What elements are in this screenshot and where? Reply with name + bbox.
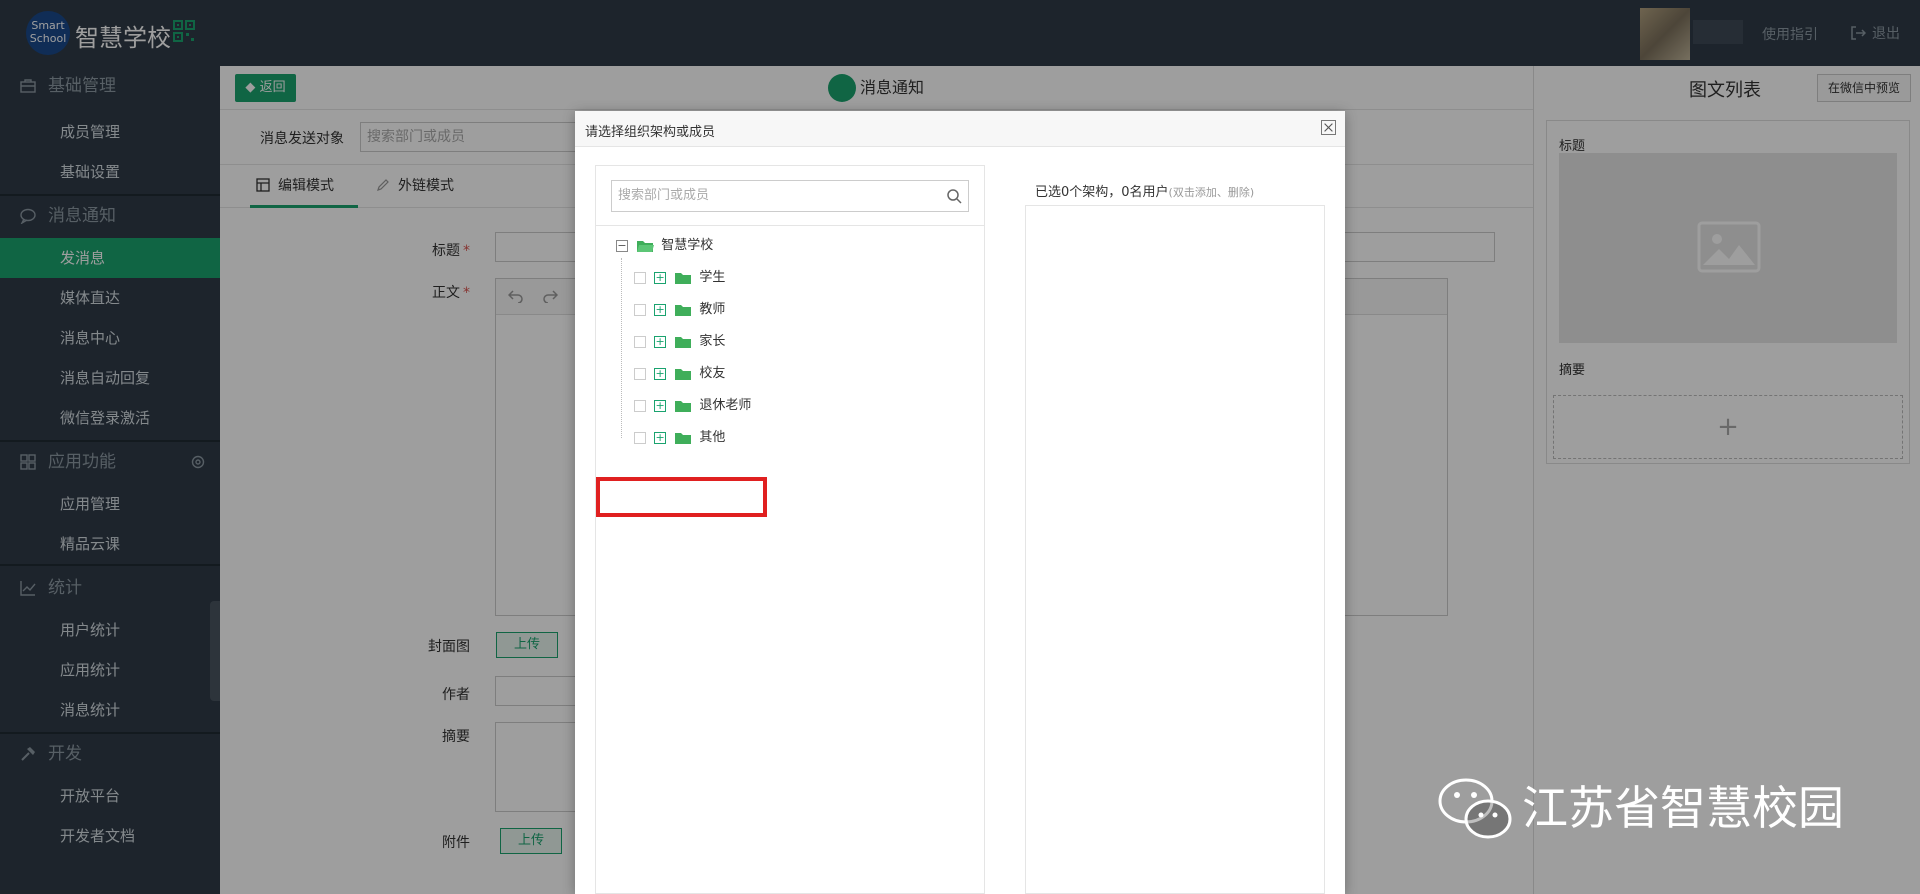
folder-icon bbox=[675, 272, 692, 284]
watermark-text: 江苏省智慧校园 bbox=[1522, 781, 1844, 835]
tree-checkbox[interactable] bbox=[634, 335, 646, 348]
tree-checkbox[interactable] bbox=[634, 431, 646, 444]
modal-search[interactable]: 搜索部门或成员 bbox=[611, 180, 969, 212]
expand-icon[interactable]: + bbox=[654, 271, 667, 284]
tree-node-teachers[interactable]: + 教师 bbox=[634, 300, 725, 320]
tree-node-label: 家长 bbox=[699, 334, 726, 349]
folder-icon bbox=[675, 336, 692, 348]
tree-node-parents[interactable]: + 家长 bbox=[634, 332, 725, 352]
modal-title: 请选择组织架构或成员 bbox=[585, 125, 716, 140]
folder-open-icon bbox=[637, 240, 655, 252]
select-members-modal: 请选择组织架构或成员 搜索部门或成员 − 智慧学校 + 学生 + 教师 + 家长… bbox=[575, 111, 1345, 894]
org-tree-pane: 搜索部门或成员 − 智慧学校 + 学生 + 教师 + 家长 + 校友 + 退休老… bbox=[595, 165, 985, 894]
tree-node-alumni[interactable]: + 校友 bbox=[634, 364, 725, 384]
selected-count-text: 已选0个架构，0名用户 bbox=[1035, 185, 1169, 200]
folder-icon bbox=[675, 304, 692, 316]
search-icon[interactable] bbox=[946, 188, 962, 204]
selected-list[interactable] bbox=[1025, 205, 1325, 894]
tree-checkbox[interactable] bbox=[634, 271, 646, 284]
tree-node-retired-teachers[interactable]: + 退休老师 bbox=[634, 396, 751, 416]
highlight-annotation bbox=[596, 477, 767, 517]
tree-node-label: 其他 bbox=[699, 430, 726, 445]
expand-icon[interactable]: + bbox=[654, 335, 667, 348]
folder-icon bbox=[675, 432, 692, 444]
expand-icon[interactable]: + bbox=[654, 303, 667, 316]
close-icon[interactable] bbox=[1321, 120, 1336, 135]
folder-icon bbox=[675, 368, 692, 380]
selected-pane: 已选0个架构，0名用户(双击添加、删除) bbox=[1025, 165, 1330, 894]
selected-hint: (双击添加、删除) bbox=[1168, 186, 1255, 199]
tree-node-label: 学生 bbox=[699, 270, 726, 285]
tree-node-label: 校友 bbox=[699, 366, 726, 381]
tree-root-label: 智慧学校 bbox=[661, 238, 714, 253]
selected-count: 已选0个架构，0名用户(双击添加、删除) bbox=[1035, 181, 1254, 200]
tree-checkbox[interactable] bbox=[634, 367, 646, 380]
folder-icon bbox=[675, 400, 692, 412]
wechat-icon bbox=[1438, 778, 1512, 839]
tree-divider bbox=[596, 225, 984, 226]
tree-checkbox[interactable] bbox=[634, 303, 646, 316]
collapse-icon[interactable]: − bbox=[616, 239, 628, 252]
watermark: 江苏省智慧校园 bbox=[1436, 773, 1844, 843]
tree-root-node[interactable]: − 智慧学校 bbox=[616, 236, 713, 256]
tree-node-label: 教师 bbox=[699, 302, 726, 317]
expand-icon[interactable]: + bbox=[654, 399, 667, 412]
expand-icon[interactable]: + bbox=[654, 431, 667, 444]
modal-header: 请选择组织架构或成员 bbox=[575, 111, 1345, 147]
expand-icon[interactable]: + bbox=[654, 367, 667, 380]
tree-checkbox[interactable] bbox=[634, 399, 646, 412]
tree-guide-line bbox=[621, 258, 622, 438]
tree-node-students[interactable]: + 学生 bbox=[634, 268, 725, 288]
modal-search-input[interactable]: 搜索部门或成员 bbox=[618, 181, 709, 211]
tree-node-label: 退休老师 bbox=[699, 398, 752, 413]
tree-node-others[interactable]: + 其他 bbox=[634, 428, 725, 448]
